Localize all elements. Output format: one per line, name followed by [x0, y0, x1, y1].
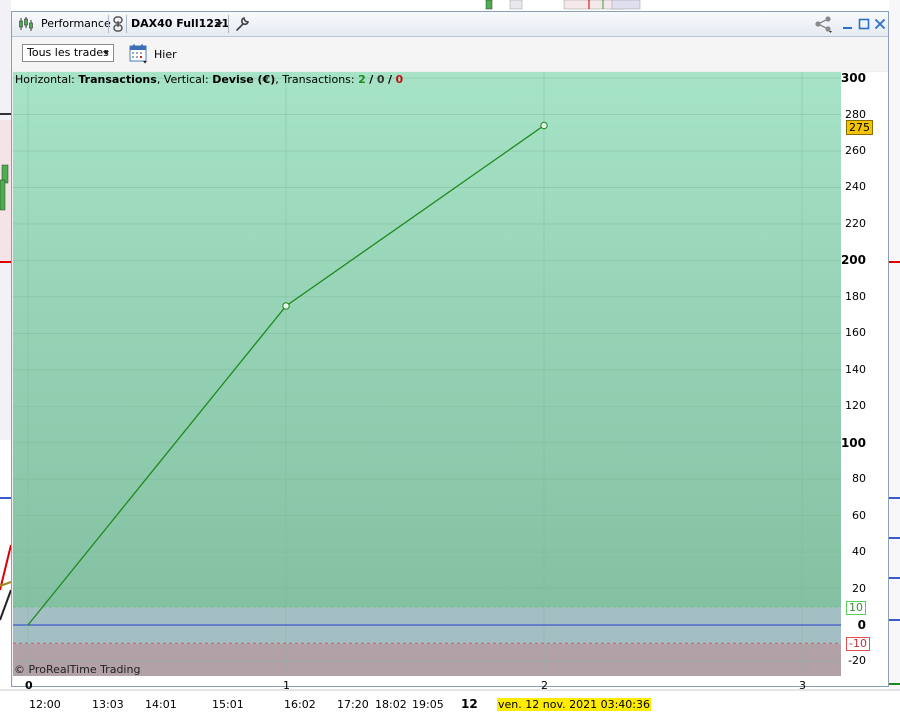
period-label[interactable]: Hier [154, 48, 177, 61]
time-label: 13:03 [92, 698, 124, 711]
time-label: 17:20 [337, 698, 369, 711]
y-tick-label: 300 [840, 71, 866, 86]
minimize-icon[interactable] [842, 18, 854, 30]
time-label: 18:02 [375, 698, 407, 711]
horizontal-label: Horizontal: [15, 73, 75, 86]
y-tick-label: 180 [845, 289, 866, 303]
trade-filter-dropdown[interactable]: Tous les trades [22, 44, 114, 62]
calendar-icon[interactable] [129, 44, 149, 64]
y-tick-label: 220 [845, 216, 866, 230]
lower-threshold-badge: -10 [846, 637, 870, 652]
y-tick-label: 60 [852, 508, 866, 522]
tx-sep: / [369, 73, 374, 86]
equity-curve-chart [13, 72, 841, 676]
last-value-badge: 275 [846, 120, 873, 136]
y-tick-label: -20 [848, 654, 866, 668]
y-tick-label: 200 [840, 253, 866, 268]
trade-filter-label: Tous les trades [27, 46, 109, 59]
data-point [282, 302, 290, 310]
y-axis: 300 280 260 240 220 200 180 160 140 120 100 80 60 40 2… [840, 71, 888, 676]
y-tick-label: 260 [845, 144, 866, 158]
tx-total: 2 [358, 73, 366, 86]
y-tick-label: 140 [845, 362, 866, 376]
time-label: 19:05 [412, 698, 444, 711]
performance-toolbar: Tous les trades Hier [12, 37, 888, 71]
x-tick-label: 3 [799, 679, 806, 692]
y-tick-label: 100 [840, 435, 866, 450]
time-label: 14:01 [145, 698, 177, 711]
data-point [540, 121, 548, 130]
time-label: 15:01 [212, 698, 244, 711]
x-tick-label: 0 [25, 679, 33, 692]
link-icon[interactable] [112, 16, 124, 32]
chevron-down-icon[interactable] [215, 22, 223, 26]
bar-chart-icon[interactable] [18, 16, 34, 32]
x-axis [13, 676, 888, 686]
window-titlebar: Performance DAX40 Full1221 [12, 12, 888, 37]
datetime-label: ven. 12 nov. 2021 03:40:36 [497, 698, 651, 711]
time-label: 16:02 [284, 698, 316, 711]
positive-zone [13, 72, 841, 607]
y-tick-label: 20 [852, 581, 866, 595]
upper-threshold-badge: 10 [846, 600, 866, 615]
x-tick-label: 2 [541, 679, 548, 692]
vertical-label: , Vertical: [156, 73, 209, 86]
y-tick-label: 80 [852, 472, 866, 486]
y-tick-label: 0 [857, 618, 866, 632]
time-label: 12:00 [29, 698, 61, 711]
chevron-down-icon [103, 51, 109, 55]
time-label: 12 [461, 697, 478, 711]
vertical-value: Devise (€) [212, 73, 276, 86]
tx-sep: / [387, 73, 392, 86]
tx-losing: 0 [395, 73, 404, 86]
tab-performance[interactable]: Performance [41, 17, 111, 30]
y-tick-label: 160 [845, 326, 866, 340]
chart-info: Horizontal: Transactions, Vertical: Devi… [15, 73, 403, 86]
wrench-icon[interactable] [234, 16, 250, 32]
y-tick-label: 120 [845, 399, 866, 413]
performance-window: Performance DAX40 Full1221 Tous les trad… [11, 11, 889, 692]
copyright: © ProRealTime Trading [14, 663, 141, 676]
transactions-label: , Transactions: [275, 73, 355, 86]
maximize-icon[interactable] [858, 18, 870, 30]
tx-neutral: 0 [376, 73, 385, 86]
y-tick-label: 240 [845, 180, 866, 194]
close-icon[interactable] [874, 18, 886, 30]
y-tick-label: 280 [845, 107, 866, 121]
share-icon[interactable] [814, 15, 834, 33]
x-tick-label: 1 [283, 679, 290, 692]
horizontal-value: Transactions [78, 73, 157, 86]
y-tick-label: 40 [852, 545, 866, 559]
